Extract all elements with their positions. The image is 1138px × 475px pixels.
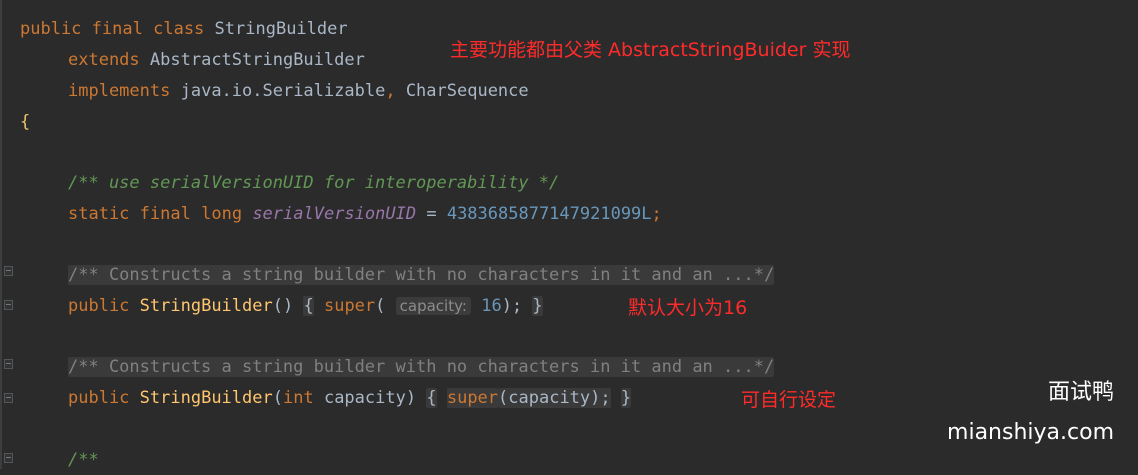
code-editor[interactable]: public final class StringBuilder extends… <box>0 0 1138 470</box>
type-keyword: int <box>282 388 314 408</box>
parameter-name: capacity <box>323 388 406 408</box>
code-line-implements: implements java.io.Serializable, CharSeq… <box>68 76 529 106</box>
code-line-default-constructor: public StringBuilder() { super( capacity… <box>68 291 543 321</box>
number-literal: 4383685877147921099L <box>446 204 652 224</box>
super-call: (capacity); <box>498 388 611 408</box>
keyword: implements <box>68 81 171 101</box>
parent-class-name: AbstractStringBuilder <box>149 50 365 70</box>
doc-comment: /** <box>68 450 99 470</box>
editor-gutter <box>0 0 16 469</box>
super-keyword: super <box>446 388 499 408</box>
folded-doc-comment[interactable]: /** Constructs a string builder with no … <box>68 265 775 285</box>
parameter-hint: capacity: <box>395 297 471 315</box>
fold-collapse-icon[interactable] <box>4 393 13 403</box>
keyword: static <box>68 204 130 224</box>
annotation-parent-class: 主要功能都由父类 AbstractStringBuider 实现 <box>450 39 851 61</box>
separator: , <box>385 81 396 101</box>
interface-name: java.io.Serializable <box>180 81 386 101</box>
method-name: StringBuilder <box>139 388 273 408</box>
folded-brace[interactable]: { <box>303 296 314 316</box>
paren-close: ); <box>501 296 523 316</box>
keyword: extends <box>68 50 140 70</box>
watermark-name: 面试鸭 <box>1047 380 1114 405</box>
keyword: public <box>20 19 82 39</box>
interface-name: CharSequence <box>405 81 529 101</box>
code-line-serial-version: static final long serialVersionUID = 438… <box>68 199 662 229</box>
method-name: StringBuilder <box>139 296 273 316</box>
fold-collapse-icon[interactable] <box>4 266 13 276</box>
code-line-class-declaration: public final class StringBuilder <box>20 14 348 44</box>
brace: { <box>20 112 31 132</box>
code-line-folded-comment: /** Constructs a string builder with no … <box>68 260 775 290</box>
fold-collapse-icon[interactable] <box>4 300 13 310</box>
super-keyword: super <box>323 296 376 316</box>
paren: ( <box>272 388 283 408</box>
fold-collapse-icon[interactable] <box>4 359 13 369</box>
field-name: serialVersionUID <box>252 204 417 224</box>
doc-comment: /** use serialVersionUID for interoperab… <box>68 173 560 193</box>
paren: ( <box>375 296 386 316</box>
annotation-default-size: 默认大小为16 <box>628 297 748 319</box>
code-line-open-brace: { <box>20 107 30 137</box>
folded-brace[interactable]: { <box>426 388 437 408</box>
keyword: public <box>68 388 130 408</box>
annotation-custom-size: 可自行设定 <box>741 389 837 411</box>
operator: = <box>426 204 437 224</box>
paren: ) <box>405 388 417 408</box>
parens: () <box>272 296 294 316</box>
keyword: public <box>68 296 130 316</box>
folded-doc-comment[interactable]: /** Constructs a string builder with no … <box>68 357 775 377</box>
code-line-folded-comment: /** Constructs a string builder with no … <box>68 352 775 382</box>
number-literal: 16 <box>481 296 502 316</box>
keyword: class <box>153 19 205 39</box>
code-line-doc-comment: /** use serialVersionUID for interoperab… <box>68 168 559 198</box>
watermark-url: mianshiya.com <box>947 420 1114 445</box>
code-line-extends: extends AbstractStringBuilder <box>68 45 365 75</box>
keyword: long <box>201 204 243 224</box>
folded-brace[interactable]: } <box>532 296 543 316</box>
code-line-doc-comment-start: /** <box>68 445 99 475</box>
class-name: StringBuilder <box>214 19 348 39</box>
semicolon: ; <box>651 204 662 224</box>
keyword: final <box>139 204 191 224</box>
fold-collapse-icon[interactable] <box>4 453 13 463</box>
folded-brace[interactable]: } <box>620 388 632 408</box>
keyword: final <box>91 19 143 39</box>
code-line-capacity-constructor: public StringBuilder(int capacity) { sup… <box>68 383 632 413</box>
